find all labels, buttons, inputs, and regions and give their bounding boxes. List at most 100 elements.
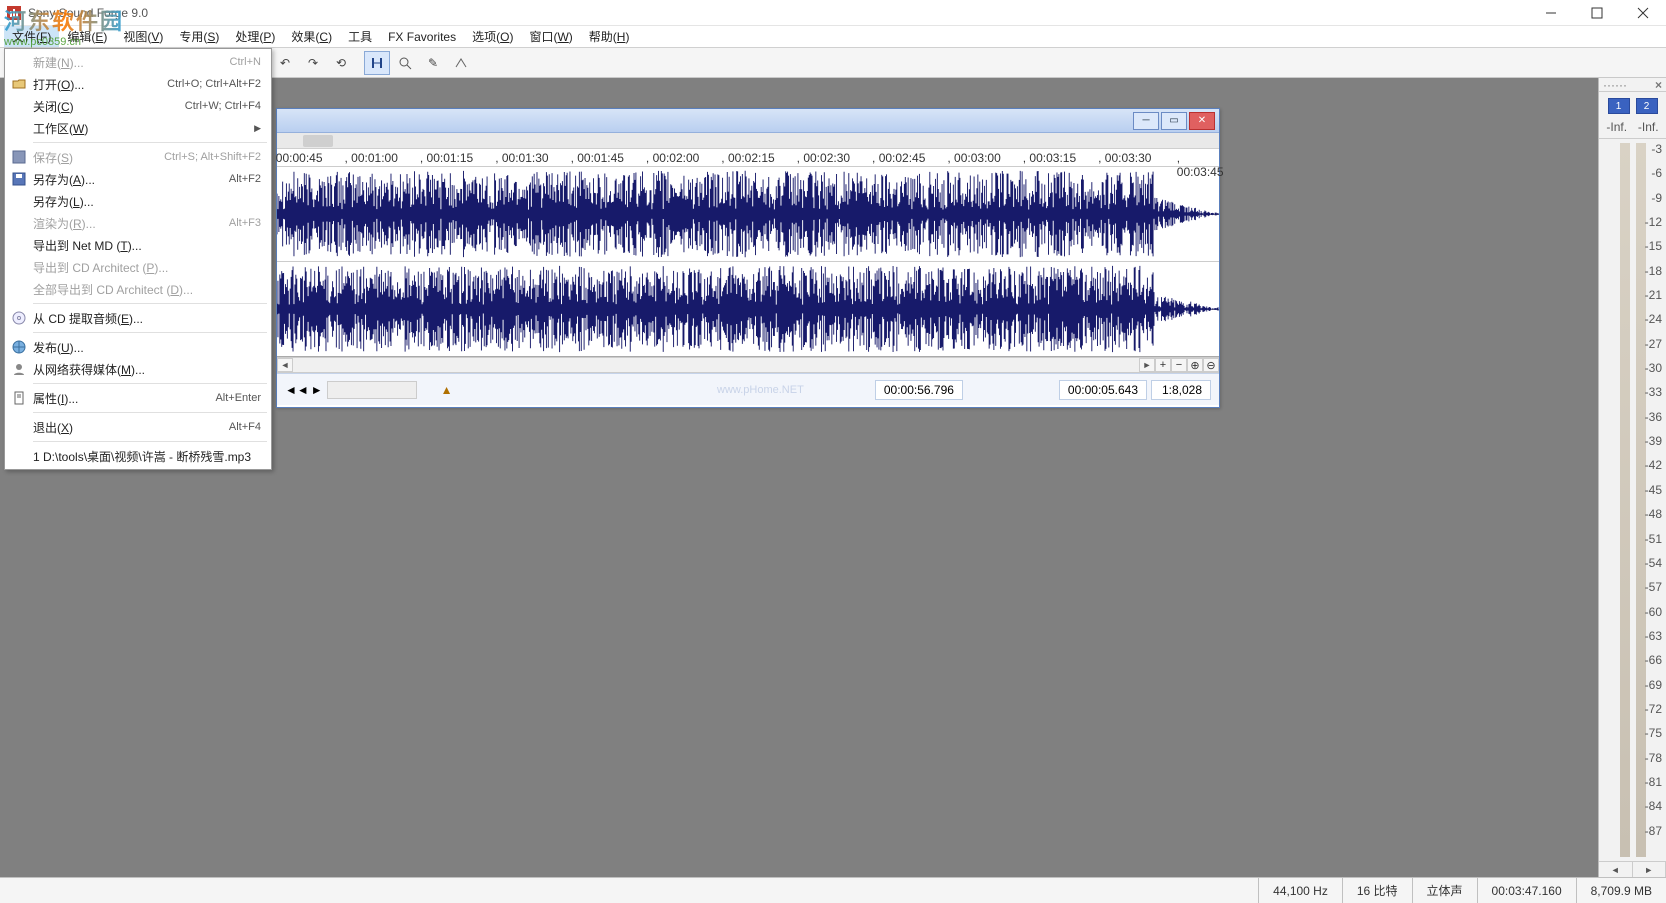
horizontal-scrollbar[interactable]: ◄ ► + − ⊕ ⊖ [277,357,1219,373]
maximize-button[interactable] [1574,0,1620,26]
status-bar: 44,100 Hz 16 比特 立体声 00:03:47.160 8,709.9… [0,877,1666,903]
meter-close-button[interactable]: × [1655,78,1662,92]
meter-tick: -18 [1640,265,1662,277]
meter-tick: -42 [1640,459,1662,471]
meter-tick: -54 [1640,557,1662,569]
zoom-v-out-button[interactable]: ⊖ [1203,358,1219,372]
waveform-channel-left[interactable] [277,167,1219,262]
menu-item[interactable]: 专用(S) [171,26,227,47]
meter-tick: -33 [1640,386,1662,398]
meter-channel-1[interactable]: 1 [1608,98,1630,114]
meter-bar-1 [1620,143,1630,857]
menu-entry[interactable]: 关闭(C)Ctrl+W; Ctrl+F4 [7,95,269,117]
zoom-in-button[interactable]: + [1155,358,1171,372]
sheet-icon [11,390,27,406]
meter-tick: -36 [1640,411,1662,423]
menu-entry[interactable]: 打开(O)...Ctrl+O; Ctrl+Alt+F2 [7,73,269,95]
disk-icon [11,149,27,165]
magnify-icon[interactable] [392,51,418,75]
audio-maximize-button[interactable]: ▭ [1161,112,1187,130]
menu-item[interactable]: 工具 [340,26,380,47]
menu-item[interactable]: 处理(P) [227,26,283,47]
undo-icon[interactable]: ↶ [272,51,298,75]
prev-icon[interactable]: ◄◄ [285,383,309,397]
meter-scroll-left[interactable]: ◄ [1599,862,1633,877]
marker-icon: ▲ [441,383,453,397]
pencil-icon[interactable]: ✎ [420,51,446,75]
meter-tick: -6 [1640,167,1662,179]
watermark-text: www.pHome.NET [717,384,804,396]
scroll-left-button[interactable]: ◄ [277,358,293,372]
menu-entry: 新建(N)...Ctrl+N [7,51,269,73]
cursor-time[interactable]: 00:00:56.796 [875,380,963,400]
menu-item[interactable]: 视图(V) [115,26,171,47]
menu-entry[interactable]: 另存为(L)... [7,190,269,212]
overview-scrollbar[interactable] [277,133,1219,149]
meter-grip-icon[interactable]: ······ [1603,78,1627,92]
globe-icon [11,339,27,355]
selection-time[interactable]: 00:00:05.643 [1059,380,1147,400]
menu-item[interactable]: FX Favorites [380,28,464,46]
meter-tick: -60 [1640,606,1662,618]
zoom-ratio[interactable]: 1:8,028 [1151,380,1211,400]
menu-entry[interactable]: 属性(I)...Alt+Enter [7,387,269,409]
separator-icon [356,51,362,75]
spacer [967,387,1055,393]
meter-tick: -21 [1640,289,1662,301]
menu-entry[interactable]: 1 D:\tools\桌面\视频\许嵩 - 断桥残雪.mp3 [7,445,269,467]
meter-tick: -69 [1640,679,1662,691]
menu-entry[interactable]: 工作区(W)▶ [7,117,269,139]
rate-slider[interactable] [327,381,417,399]
status-memory: 8,709.9 MB [1576,878,1666,903]
ruler-tick: , 00:02:30 [797,151,850,165]
meter-tick: -27 [1640,338,1662,350]
zoom-v-in-button[interactable]: ⊕ [1187,358,1203,372]
meter-tick: -63 [1640,630,1662,642]
scroll-right-button[interactable]: ► [1139,358,1155,372]
play-icon[interactable]: ► [311,383,323,397]
edit-tool-icon[interactable] [364,51,390,75]
menu-entry: 全部导出到 CD Architect (D)... [7,278,269,300]
menu-entry[interactable]: 导出到 Net MD (T)... [7,234,269,256]
menu-entry[interactable]: 从 CD 提取音频(E)... [7,307,269,329]
menu-item[interactable]: 效果(C) [283,26,340,47]
menu-entry: 导出到 CD Architect (P)... [7,256,269,278]
menu-item[interactable]: 选项(O) [464,26,521,47]
menu-entry[interactable]: 发布(U)... [7,336,269,358]
ruler-tick: , 00:03:00 [947,151,1000,165]
ruler-tick: , 00:03:15 [1023,151,1076,165]
repeat-icon[interactable]: ⟲ [328,51,354,75]
event-icon[interactable] [448,51,474,75]
status-duration: 00:03:47.160 [1477,878,1576,903]
menu-item[interactable]: 编辑(E) [59,26,115,47]
meter-scroll-right[interactable]: ► [1633,862,1666,877]
menu-item[interactable]: 帮助(H) [581,26,638,47]
menu-item[interactable]: 窗口(W) [521,26,580,47]
meter-tick: -84 [1640,800,1662,812]
ruler-tick: , 00:00:45 [269,151,322,165]
ruler-tick: , 00:02:15 [721,151,774,165]
time-ruler[interactable]: , 00:00:45, 00:01:00, 00:01:15, 00:01:30… [277,149,1219,167]
menu-item[interactable]: 文件(F) [4,26,59,47]
audio-minimize-button[interactable]: ─ [1133,112,1159,130]
meter-header[interactable]: ······ × [1599,78,1666,92]
menu-entry[interactable]: 从网络获得媒体(M)... [7,358,269,380]
meter-tick: -81 [1640,776,1662,788]
audio-close-button[interactable]: ✕ [1189,112,1215,130]
waveform-channel-right[interactable] [277,262,1219,356]
minimize-button[interactable] [1528,0,1574,26]
ruler-tick: , 00:01:45 [571,151,624,165]
close-button[interactable] [1620,0,1666,26]
meter-channel-2[interactable]: 2 [1636,98,1658,114]
waveform-area[interactable] [277,167,1219,357]
meter-tick: -75 [1640,727,1662,739]
audio-window-titlebar[interactable]: ─ ▭ ✕ [277,109,1219,133]
menu-entry[interactable]: 退出(X)Alt+F4 [7,416,269,438]
zoom-out-button[interactable]: − [1171,358,1187,372]
redo-icon[interactable]: ↷ [300,51,326,75]
status-channels: 立体声 [1412,878,1477,903]
menu-entry[interactable]: 另存为(A)...Alt+F2 [7,168,269,190]
meter-tick: -87 [1640,825,1662,837]
meter-tick: -51 [1640,533,1662,545]
meter-tick: -15 [1640,240,1662,252]
